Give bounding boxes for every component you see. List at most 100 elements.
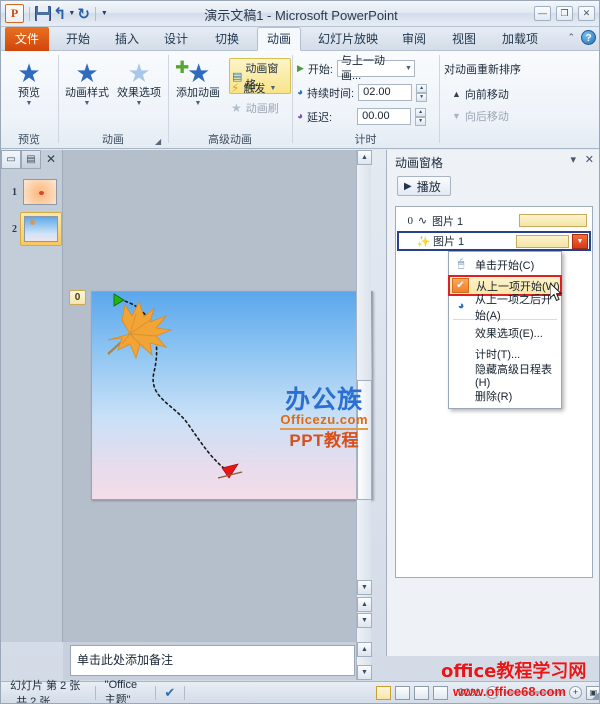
help-icon[interactable]: ? [581,30,596,45]
trigger-dropdown-icon[interactable]: ▼ [269,85,276,92]
start-combobox[interactable]: 与上一动画... ▼ [336,55,415,82]
duration-input[interactable]: 02.00 [358,84,413,101]
effect-options-dropdown-icon[interactable]: ▼ [111,100,167,107]
scroll-thumb[interactable] [357,380,372,500]
menu-item-effect-options[interactable]: 效果选项(E)... [449,322,561,343]
animation-name: 图片 1 [432,215,464,228]
preview-star-icon: ★ [17,58,41,88]
watermark-office68-top: office教程学习网 [441,661,587,682]
trigger-button[interactable]: ⚡ 触发 ▼ [231,80,276,96]
reading-view-icon[interactable] [413,685,429,700]
move-earlier-label: 向前移动 [464,89,509,101]
add-animation-dropdown-icon[interactable]: ▼ [169,100,227,107]
resize-grip-icon[interactable]: ◢ [592,690,599,701]
tab-addins[interactable]: 加载项 [493,27,547,51]
animation-painter-icon: ★ [231,101,242,115]
animation-pane-menu-icon[interactable]: ▾ [570,153,576,166]
slide-number: 2 [12,223,17,235]
tab-view[interactable]: 视图 [443,27,485,51]
tab-file[interactable]: 文件 [5,27,49,51]
scroll-up-button[interactable]: ▲ [357,150,372,165]
tab-slides-thumbnails[interactable]: ▭ [1,150,21,169]
timeline-bar[interactable] [516,235,569,248]
menu-item-remove[interactable]: 删除(R) [449,385,561,406]
slide-canvas[interactable]: 办公族 Officezu.com PPT教程 [91,291,373,500]
slide-thumbnail-1[interactable] [23,179,57,205]
theme-name[interactable]: "Office 主题" [105,679,146,704]
delay-input[interactable]: 00.00 [357,108,412,125]
minimize-button[interactable]: — [534,6,551,21]
slides-pane-header: ▭ ▤ ✕ [1,150,63,170]
list-item[interactable]: 2 [4,212,62,246]
effect-options-button[interactable]: ★ 效果选项 ▼ [111,59,167,107]
tab-home[interactable]: 开始 [57,27,99,51]
preview-dropdown-icon[interactable]: ▼ [1,100,57,107]
tab-animation[interactable]: 动画 [257,27,302,51]
status-divider-2 [154,685,156,700]
animation-styles-dropdown-icon[interactable]: ▼ [59,100,115,107]
maple-leaf-image[interactable] [107,300,173,360]
tab-insert[interactable]: 插入 [106,27,148,51]
scroll-down-button[interactable]: ▼ [357,580,372,595]
restore-button[interactable]: ❐ [556,6,573,21]
animation-tag-badge[interactable]: 0 [69,290,86,305]
tab-review[interactable]: 审阅 [393,27,435,51]
close-button[interactable]: ✕ [578,6,595,21]
menu-item-start-on-click[interactable]: 🖱 单击开始(C) [449,254,561,275]
window-title: 演示文稿1 - Microsoft PowerPoint [204,8,398,23]
play-label: 播放 [416,179,441,194]
close-slides-pane-icon[interactable]: ✕ [41,150,61,169]
menu-item-hide-advanced-timeline[interactable]: 隐藏高级日程表(H) [449,364,561,389]
previous-slide-button[interactable]: ▲ [357,597,372,612]
collapse-ribbon-icon[interactable]: ⌃ [567,32,575,43]
tab-design[interactable]: 设计 [155,27,197,51]
emphasis-star-icon: ✨ [416,235,431,248]
animation-name: 图片 1 [433,236,465,248]
add-animation-star-icon: ★ [187,58,211,88]
tab-outline[interactable]: ▤ [21,150,41,169]
tab-slideshow[interactable]: 幻灯片放映 [309,27,387,51]
duration-spinner[interactable]: ▲ ▼ [416,84,428,102]
list-item[interactable]: 1 [4,176,60,208]
check-icon: ✔ [452,278,469,293]
animation-painter-button[interactable]: ★ 动画刷 [231,100,279,116]
preview-button[interactable]: ★ 预览 ▼ [1,59,57,107]
slide-sorter-icon[interactable] [394,685,410,700]
move-later-button[interactable]: ▼ 向后移动 [452,108,509,124]
group-label-animation: 动画 [102,134,124,146]
start-value: 与上一动画... [340,54,385,82]
add-animation-button[interactable]: ★ ✚ 添加动画 ▼ [169,58,227,107]
ribbon-group-reorder: 对动画重新排序 ▲ 向前移动 ▼ 向后移动 [440,51,560,149]
notes-scroll-up-button[interactable]: ▲ [357,642,372,657]
list-item[interactable]: 0 ∿ 图片 1 [398,211,590,230]
menu-item-start-after-previous[interactable]: ◕ 从上一项之后开始(A) [449,294,561,322]
animation-pane-close-icon[interactable]: ✕ [585,153,594,166]
clock-icon: ◕ [457,300,465,312]
notes-placeholder[interactable]: 单击此处添加备注 [70,645,355,676]
tab-transition[interactable]: 切换 [206,27,248,51]
slideshow-icon[interactable] [432,685,448,700]
move-earlier-button[interactable]: ▲ 向前移动 [452,86,509,102]
normal-view-icon[interactable] [375,685,391,700]
spellcheck-icon[interactable]: ✔ [164,685,175,701]
ribbon-help-group: ⌃ ? [567,30,596,45]
animation-dialog-launcher-icon[interactable]: ◢ [155,137,165,147]
list-item[interactable]: ✨ 图片 1 ▼ [397,231,591,251]
delay-row: ◕ 延迟: 00.00 ▲ ▼ [297,108,427,126]
slide-scrollbar[interactable]: ▲ ▼ ▲ ▼ [356,150,372,642]
zoom-in-button[interactable]: + [569,686,582,699]
group-label-preview: 预览 [18,134,40,146]
next-slide-button[interactable]: ▼ [357,613,372,628]
notes-scrollbar[interactable]: ▲ ▼ [356,642,372,680]
slide-thumbnail-2[interactable] [24,216,58,242]
start-dropdown-icon[interactable]: ▼ [405,65,412,72]
animation-item-dropdown-icon[interactable]: ▼ [572,234,588,249]
slide-edit-area: 0 办公族 Officezu.com PPT教程 ▲ ▼ ▲ ▼ [63,150,373,642]
timeline-bar[interactable] [519,214,587,227]
delay-spinner[interactable]: ▲ ▼ [415,108,427,126]
notes-scroll-down-button[interactable]: ▼ [357,665,372,680]
play-button[interactable]: ▶ 播放 [397,176,451,196]
animation-styles-button[interactable]: ★ 动画样式 ▼ [59,59,115,107]
ribbon: ★ 预览 ▼ 预览 ★ 动画样式 ▼ ★ 效果选项 ▼ 动画 ◢ ★ ✚ 添加动… [1,51,599,149]
clock-icon: ◕ [297,87,304,98]
